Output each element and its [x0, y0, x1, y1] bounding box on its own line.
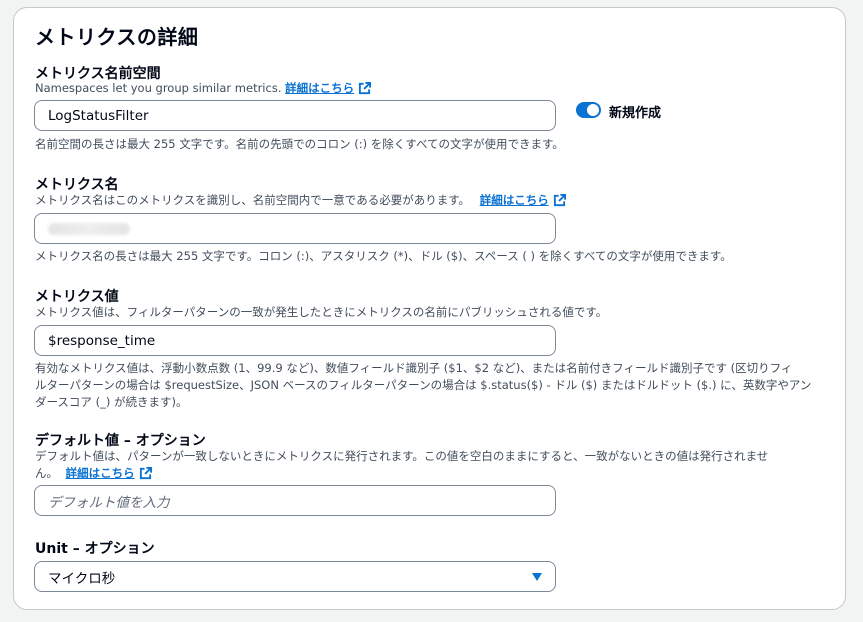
default-value-placeholder: デフォルト値を入力: [48, 494, 170, 511]
unit-selected-value: マイクロ秒: [48, 570, 116, 587]
panel-title: メトリクスの詳細: [35, 25, 199, 49]
create-new-toggle-label: 新規作成: [609, 106, 662, 121]
metric-value-hint-line: ルターパターンの場合は $requestSize、JSON ベースのフィルターパ…: [35, 378, 812, 392]
default-value-description-line: ん。: [35, 466, 58, 480]
external-link-icon: [359, 82, 372, 95]
default-value-input[interactable]: デフォルト値を入力: [34, 485, 556, 516]
metric-value-label: メトリクス値: [35, 289, 119, 305]
unit-label: Unit – オプション: [35, 541, 155, 557]
default-value-label: デフォルト値 – オプション: [35, 433, 206, 449]
metric-value-hint: 有効なメトリクス値は、浮動小数点数 (1、99.9 など)、数値フィールド識別子…: [35, 360, 811, 411]
caret-down-icon: [532, 573, 542, 581]
metric-value-description: メトリクス値は、フィルターパターンの一致が発生したときにメトリクスの名前にパブリ…: [35, 305, 608, 319]
metric-name-learn-more-link[interactable]: 詳細はこちら: [480, 193, 566, 207]
metric-name-description: メトリクス名はこのメトリクスを識別し、名前空間内で一意である必要があります。 詳…: [35, 192, 566, 209]
namespace-learn-more-link[interactable]: 詳細はこちら: [285, 81, 372, 95]
redacted-value: [48, 222, 130, 235]
metric-details-panel: メトリクスの詳細 メトリクス名前空間 Namespaces let you gr…: [13, 7, 846, 610]
metric-name-description-text: メトリクス名はこのメトリクスを識別し、名前空間内で一意である必要があります。: [35, 193, 471, 207]
metric-value-input[interactable]: $response_time: [34, 325, 556, 356]
create-new-toggle[interactable]: [576, 102, 601, 118]
default-value-learn-more-link[interactable]: 詳細はこちら: [66, 466, 152, 480]
default-value-description: デフォルト値は、パターンが一致しないときにメトリクスに発行されます。この値を空白…: [35, 448, 768, 482]
external-link-icon: [139, 467, 152, 480]
external-link-icon: [553, 194, 566, 207]
metric-name-label: メトリクス名: [35, 177, 119, 193]
namespace-description: Namespaces let you group similar metrics…: [35, 80, 372, 97]
metric-value-hint-line: 有効なメトリクス値は、浮動小数点数 (1、99.9 など)、数値フィールド識別子…: [35, 361, 793, 375]
default-value-description-line: デフォルト値は、パターンが一致しないときにメトリクスに発行されます。この値を空白…: [35, 449, 769, 463]
toggle-knob: [587, 104, 599, 116]
namespace-input-value: LogStatusFilter: [48, 107, 149, 124]
metric-name-input[interactable]: [34, 213, 556, 244]
unit-select[interactable]: マイクロ秒: [34, 561, 556, 592]
namespace-hint: 名前空間の長さは最大 255 文字です。名前の先頭でのコロン (:) を除くすべ…: [35, 137, 564, 151]
metric-value-input-value: $response_time: [48, 332, 156, 349]
namespace-description-text: Namespaces let you group similar metrics…: [35, 81, 282, 95]
metric-value-hint-line: ダースコア (_) が続きます)。: [35, 395, 188, 409]
metric-name-hint: メトリクス名の長さは最大 255 文字です。コロン (:)、アスタリスク (*)…: [35, 249, 732, 263]
namespace-input[interactable]: LogStatusFilter: [34, 100, 556, 131]
